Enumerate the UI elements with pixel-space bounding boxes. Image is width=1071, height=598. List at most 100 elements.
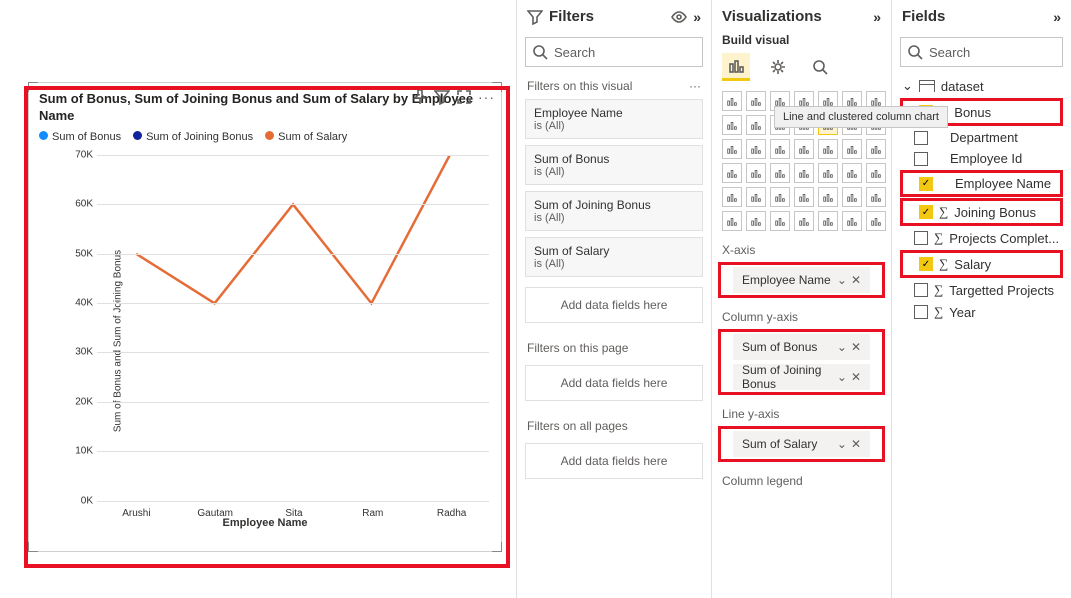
viz-type-icon[interactable] <box>842 163 862 183</box>
viz-type-icon[interactable] <box>818 187 838 207</box>
checkbox[interactable]: ✓ <box>919 177 933 191</box>
viz-type-icon[interactable] <box>818 139 838 159</box>
checkbox[interactable]: ✓ <box>919 205 933 219</box>
viz-type-icon[interactable] <box>866 211 886 231</box>
chevron-down-icon: ⌄ <box>902 78 913 94</box>
add-fields-drop[interactable]: Add data fields here <box>525 443 703 479</box>
chevron-down-icon[interactable]: ⌄ <box>837 273 847 287</box>
collapse-icon[interactable]: » <box>693 9 701 25</box>
chart-legend: Sum of Bonus Sum of Joining Bonus Sum of… <box>29 125 501 147</box>
well-xaxis-item[interactable]: Employee Name⌄✕ <box>733 267 870 293</box>
viz-type-icon[interactable] <box>818 211 838 231</box>
resize-handle[interactable] <box>28 82 38 92</box>
collapse-icon[interactable]: » <box>873 9 881 25</box>
eye-icon[interactable] <box>671 9 687 25</box>
sigma-icon: ∑ <box>934 282 943 298</box>
pin-icon[interactable] <box>412 89 428 108</box>
checkbox[interactable] <box>914 152 928 166</box>
remove-icon[interactable]: ✕ <box>851 370 861 384</box>
checkbox[interactable] <box>914 131 928 145</box>
checkbox[interactable] <box>914 305 928 319</box>
filter-icon[interactable] <box>434 89 450 108</box>
viz-type-icon[interactable] <box>746 115 766 135</box>
add-fields-drop[interactable]: Add data fields here <box>525 365 703 401</box>
field-item[interactable]: ∑Year <box>898 301 1065 323</box>
viz-type-icon[interactable] <box>770 139 790 159</box>
viz-type-icon[interactable] <box>770 163 790 183</box>
remove-icon[interactable]: ✕ <box>851 437 861 451</box>
well-liney-item[interactable]: Sum of Salary⌄✕ <box>733 431 870 457</box>
viz-type-icon[interactable] <box>746 211 766 231</box>
filter-card[interactable]: Employee Nameis (All) <box>525 99 703 139</box>
viz-type-icon[interactable] <box>818 163 838 183</box>
filter-card[interactable]: Sum of Joining Bonusis (All) <box>525 191 703 231</box>
field-item[interactable]: ✓ Employee Name <box>903 173 1060 194</box>
more-icon[interactable]: ··· <box>478 89 495 108</box>
viz-type-icon[interactable] <box>746 91 766 111</box>
checkbox[interactable] <box>914 231 928 245</box>
tab-analytics[interactable] <box>806 53 834 81</box>
resize-handle[interactable] <box>28 542 38 552</box>
collapse-icon[interactable]: » <box>1053 9 1061 25</box>
chevron-down-icon[interactable]: ⌄ <box>837 437 847 451</box>
chevron-down-icon[interactable]: ⌄ <box>837 370 847 384</box>
viz-type-icon[interactable] <box>842 211 862 231</box>
focus-icon[interactable] <box>456 89 472 108</box>
viz-type-icon[interactable] <box>746 187 766 207</box>
field-item[interactable]: ✓∑Joining Bonus <box>903 201 1060 223</box>
chevron-down-icon[interactable]: ⌄ <box>837 340 847 354</box>
filter-card[interactable]: Sum of Bonusis (All) <box>525 145 703 185</box>
chart-visual[interactable]: ··· Sum of Bonus, Sum of Joining Bonus a… <box>28 82 502 552</box>
checkbox[interactable] <box>914 283 928 297</box>
field-label: Targetted Projects <box>949 283 1054 298</box>
field-item[interactable]: ∑Projects Complet... <box>898 227 1065 249</box>
field-item[interactable]: ∑ Targetted Projects <box>898 279 1065 301</box>
resize-handle[interactable] <box>492 542 502 552</box>
sigma-icon: ∑ <box>934 230 943 246</box>
viz-type-icon[interactable] <box>722 163 742 183</box>
viz-type-icon[interactable] <box>770 187 790 207</box>
viz-type-icon[interactable] <box>842 139 862 159</box>
checkbox[interactable]: ✓ <box>919 257 933 271</box>
viz-type-icon[interactable] <box>866 187 886 207</box>
field-item[interactable]: Department <box>898 127 1065 148</box>
viz-type-icon[interactable] <box>842 187 862 207</box>
table-node[interactable]: ⌄ dataset <box>898 75 1065 97</box>
viz-type-icon[interactable] <box>722 187 742 207</box>
more-icon[interactable]: ··· <box>689 79 701 93</box>
filters-search[interactable]: Search <box>525 37 703 67</box>
y-tick: 20K <box>69 396 93 407</box>
viz-type-icon[interactable] <box>722 91 742 111</box>
viz-type-icon[interactable] <box>722 139 742 159</box>
filters-visual-header: Filters on this visual <box>527 79 632 93</box>
well-label-legend: Column legend <box>712 464 891 491</box>
viz-type-icon[interactable] <box>794 211 814 231</box>
tab-format[interactable] <box>764 53 792 81</box>
viz-type-icon[interactable] <box>794 139 814 159</box>
viz-type-icon[interactable] <box>770 211 790 231</box>
field-item[interactable]: ✓∑Salary <box>903 253 1060 275</box>
field-item[interactable]: Employee Id <box>898 148 1065 169</box>
viz-type-icon[interactable] <box>746 163 766 183</box>
remove-icon[interactable]: ✕ <box>851 340 861 354</box>
viz-type-icon[interactable] <box>794 187 814 207</box>
viz-type-icon[interactable] <box>746 139 766 159</box>
viz-type-icon[interactable] <box>722 211 742 231</box>
remove-icon[interactable]: ✕ <box>851 273 861 287</box>
field-label: Salary <box>954 257 991 272</box>
viz-type-icon[interactable] <box>866 139 886 159</box>
filter-card[interactable]: Sum of Salaryis (All) <box>525 237 703 277</box>
y-tick: 60K <box>69 199 93 210</box>
fields-search[interactable]: Search <box>900 37 1063 67</box>
tab-build[interactable] <box>722 53 750 81</box>
filters-page-header: Filters on this page <box>527 341 628 355</box>
sigma-icon: ∑ <box>934 304 943 320</box>
field-label: Employee Name <box>955 176 1051 191</box>
viz-type-icon[interactable] <box>794 163 814 183</box>
viz-type-icon[interactable] <box>866 163 886 183</box>
well-coly-item[interactable]: Sum of Joining Bonus⌄✕ <box>733 364 870 390</box>
add-fields-drop[interactable]: Add data fields here <box>525 287 703 323</box>
well-coly-item[interactable]: Sum of Bonus⌄✕ <box>733 334 870 360</box>
viz-type-icon[interactable] <box>722 115 742 135</box>
y-tick: 10K <box>69 446 93 457</box>
